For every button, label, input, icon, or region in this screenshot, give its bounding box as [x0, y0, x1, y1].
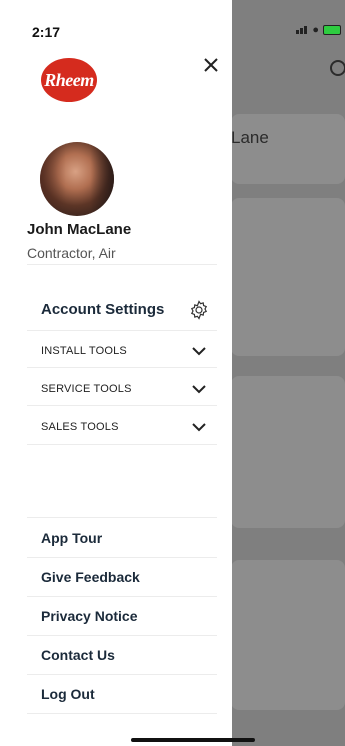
home-indicator[interactable]: [131, 738, 255, 742]
profile-name: John MacLane: [27, 221, 132, 238]
privacy-notice-link[interactable]: Privacy Notice: [41, 608, 138, 624]
divider: [27, 635, 217, 636]
sales-tools-section[interactable]: SALES TOOLS: [41, 421, 119, 433]
close-icon[interactable]: [200, 54, 222, 76]
install-tools-section[interactable]: INSTALL TOOLS: [41, 345, 127, 357]
background-title: Lane: [231, 128, 269, 147]
divider: [27, 264, 217, 265]
divider: [27, 557, 217, 558]
app-tour-link[interactable]: App Tour: [41, 530, 102, 546]
background-card: [231, 198, 345, 356]
wifi-icon: ●: [312, 24, 319, 36]
background-card: [231, 376, 345, 528]
divider: [27, 596, 217, 597]
background-card: [231, 560, 345, 710]
contact-us-link[interactable]: Contact Us: [41, 647, 115, 663]
search-icon[interactable]: [330, 60, 345, 76]
background-card: [231, 114, 345, 184]
divider: [27, 444, 217, 445]
divider: [27, 674, 217, 675]
chevron-down-icon[interactable]: [190, 345, 208, 357]
service-tools-section[interactable]: SERVICE TOOLS: [41, 383, 132, 395]
status-time: 2:17: [32, 24, 61, 40]
log-out-link[interactable]: Log Out: [41, 686, 95, 702]
chevron-down-icon[interactable]: [190, 383, 208, 395]
left-frame: [0, 0, 20, 746]
account-settings-link[interactable]: Account Settings: [41, 301, 164, 318]
gear-icon[interactable]: [189, 300, 209, 320]
divider: [27, 405, 217, 406]
divider: [27, 330, 217, 331]
rheem-logo: Rheem: [41, 58, 97, 102]
battery-icon: [323, 25, 341, 35]
divider: [27, 517, 217, 518]
profile-role: Contractor, Air: [27, 245, 116, 261]
give-feedback-link[interactable]: Give Feedback: [41, 569, 140, 585]
signal-icon: [296, 21, 308, 39]
avatar: [40, 142, 114, 216]
chevron-down-icon[interactable]: [190, 421, 208, 433]
status-icons: ●: [296, 21, 341, 39]
divider: [27, 713, 217, 714]
divider: [27, 367, 217, 368]
